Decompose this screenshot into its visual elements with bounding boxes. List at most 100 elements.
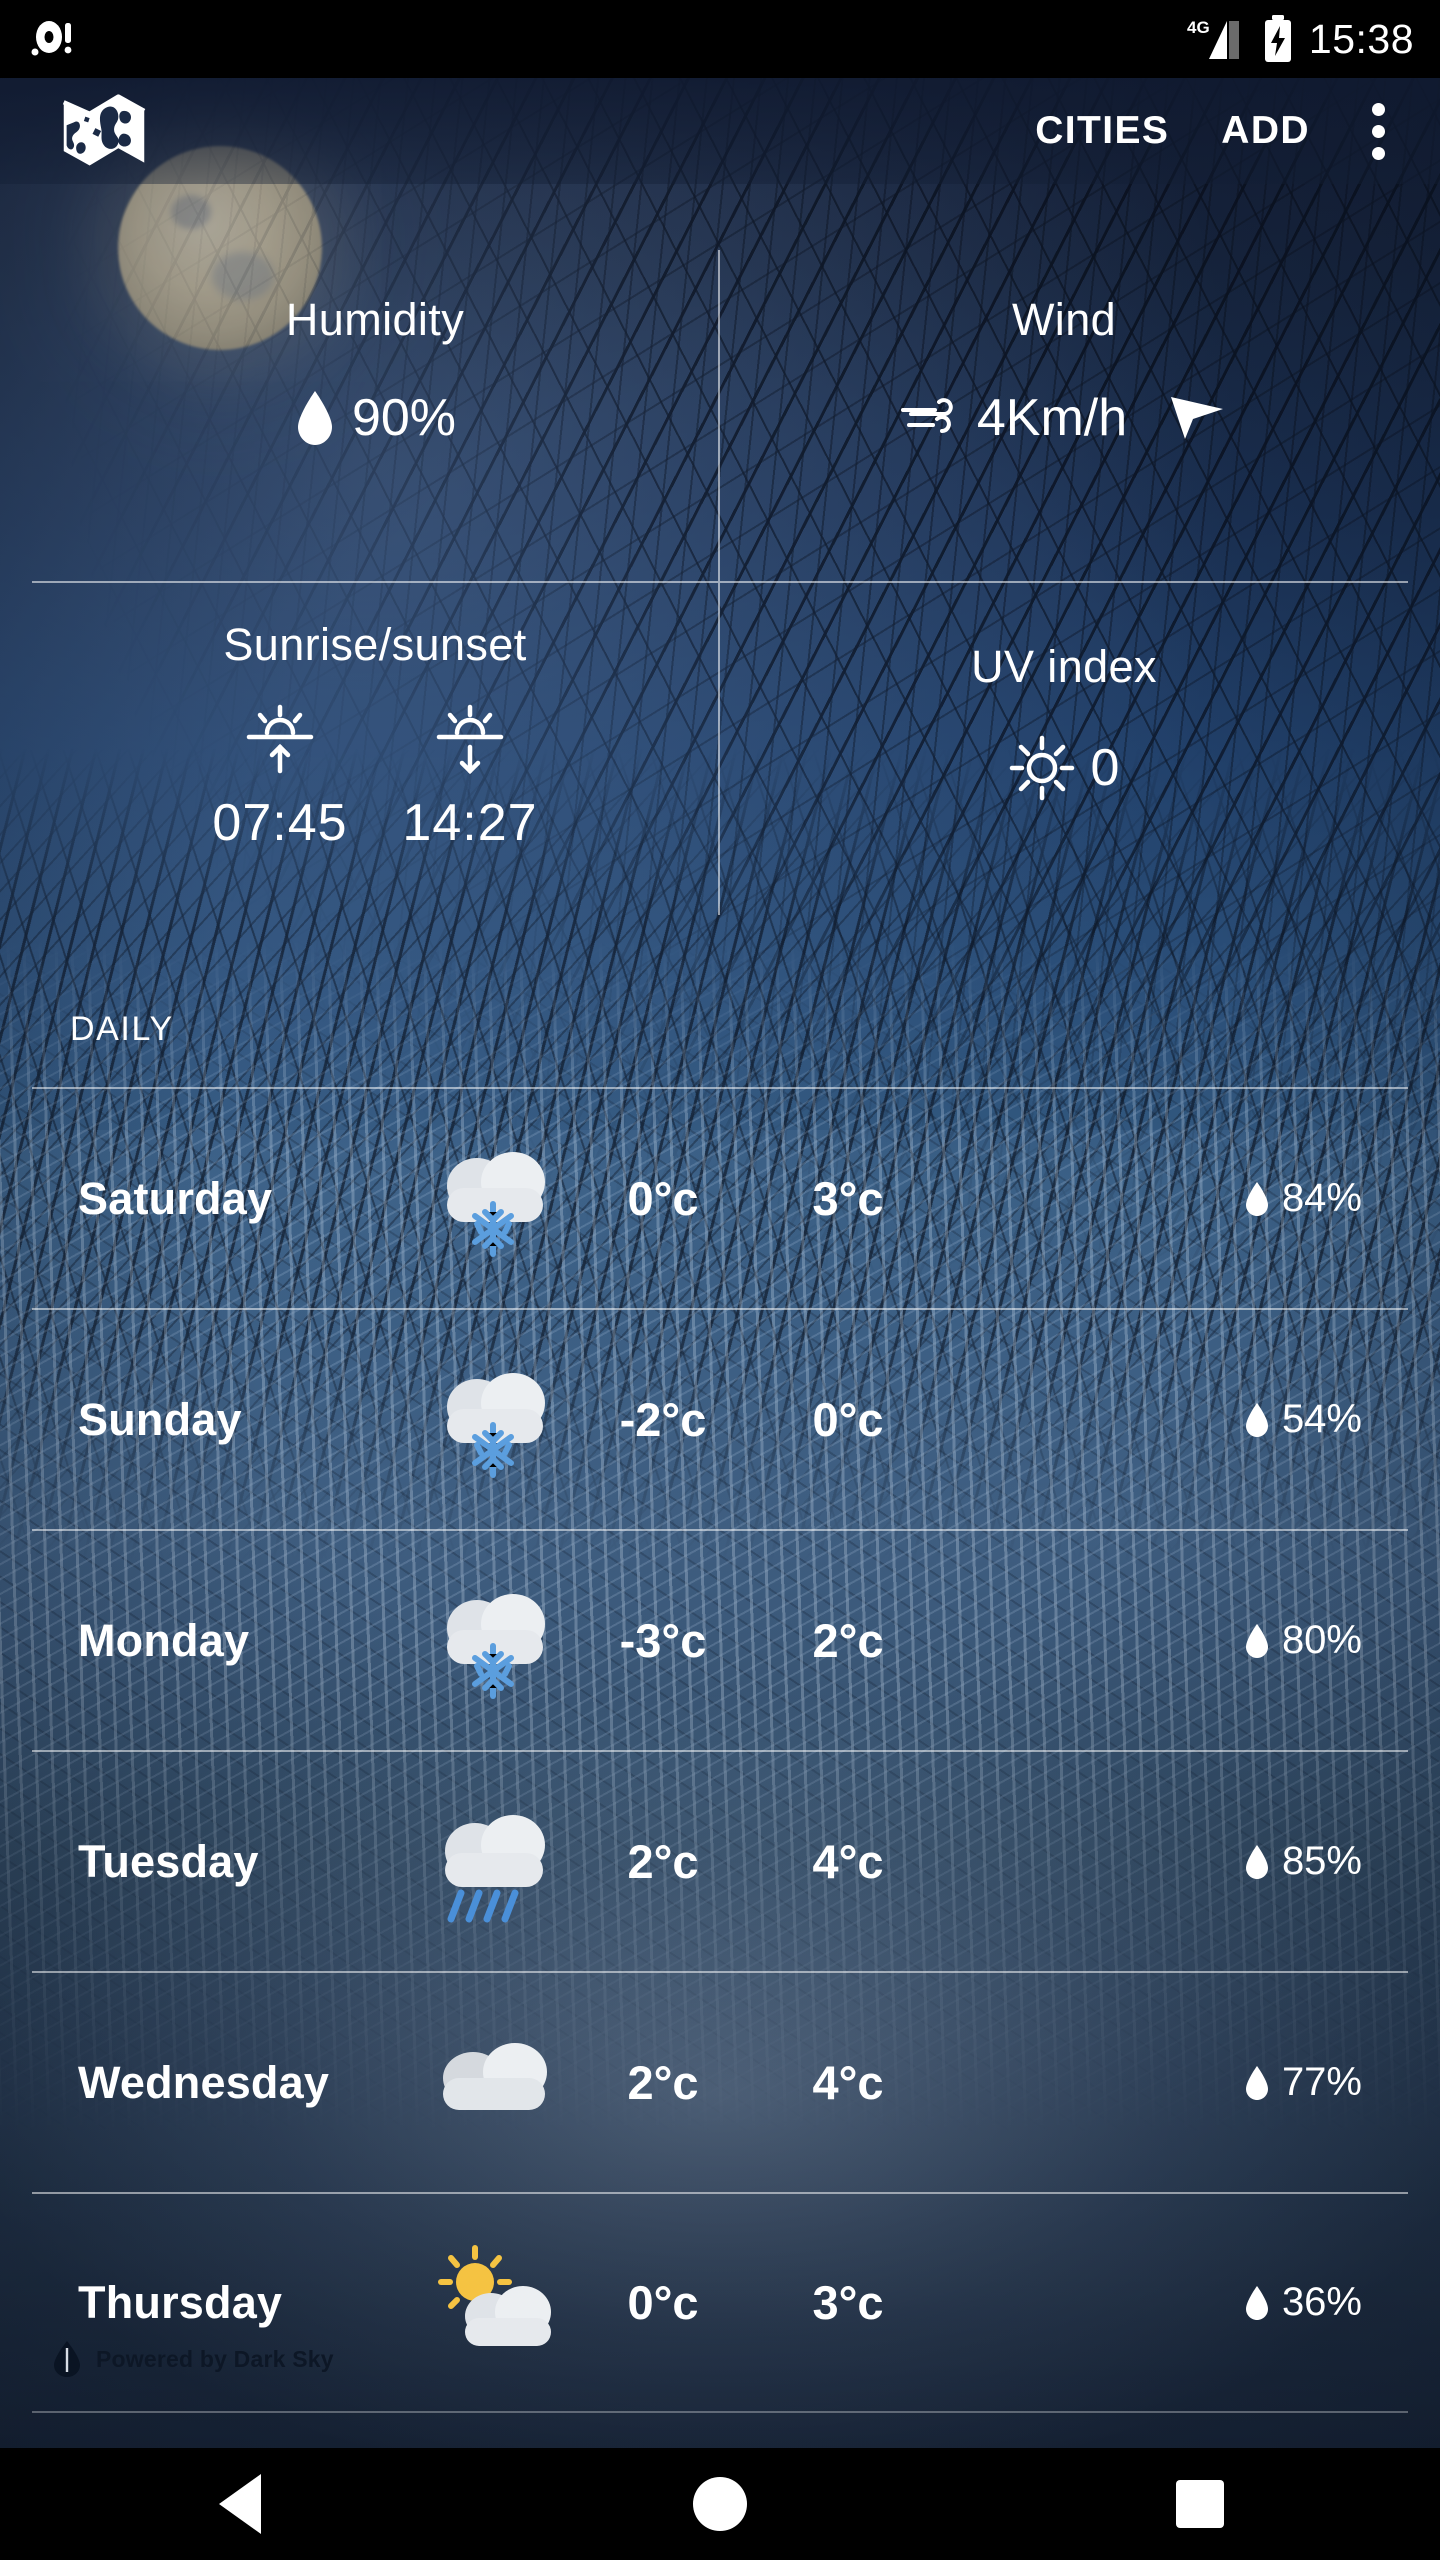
day-precipitation: 77%	[938, 2060, 1398, 2105]
daily-forecast-row[interactable]: Wednesday 2°c 4°c 77%	[32, 1971, 1408, 2192]
sun-icon	[1009, 735, 1074, 800]
day-name: Wednesday	[78, 2056, 330, 2108]
day-high-temp: 4°c	[812, 2056, 884, 2109]
home-circle-icon	[693, 2477, 747, 2531]
day-condition-icon	[418, 1580, 568, 1702]
day-low-temp: 2°c	[627, 1835, 699, 1888]
snow-cloud-icon	[447, 1151, 545, 1257]
rain-cloud-icon	[445, 1814, 545, 1922]
app-bar: CITIES ADD	[0, 78, 1440, 184]
sunrise-sunset-title: Sunrise/sunset	[223, 618, 527, 670]
back-button[interactable]	[150, 2448, 330, 2560]
daily-forecast-row[interactable]: Tuesday 2°c 4°c 85%	[32, 1750, 1408, 1971]
sunrise-block: 07:45	[185, 699, 375, 853]
water-drop-icon	[1245, 2065, 1268, 2100]
daily-forecast-section: DAILY Saturday 0°c 3°c 84% Sunday -2°c 0°c 54% M…	[32, 940, 1408, 2413]
day-low-temp: 0°c	[627, 1172, 699, 1225]
snow-cloud-icon	[447, 1593, 545, 1699]
footer-attribution: Powered by Dark Sky	[0, 2330, 1440, 2388]
wind-value-row: 4Km/h	[899, 388, 1229, 448]
sunset-time: 14:27	[402, 793, 538, 852]
wind-icon	[900, 398, 953, 433]
precipitation-value: 36%	[1281, 2280, 1362, 2324]
sunrise-sunset-value-row: 07:45 14:27	[185, 699, 565, 853]
snow-cloud-icon	[447, 1372, 545, 1478]
overflow-dot	[1371, 146, 1385, 160]
recents-button[interactable]	[1110, 2448, 1290, 2560]
overflow-menu-icon[interactable]	[1346, 92, 1410, 170]
day-precipitation: 54%	[938, 1397, 1398, 1442]
day-low-temp: 2°c	[627, 2056, 699, 2109]
humidity-title: Humidity	[285, 294, 465, 345]
recents-square-icon	[1176, 2480, 1224, 2528]
water-drop-icon	[1245, 1402, 1268, 1437]
status-bar-right: 4G 15:38	[1185, 14, 1414, 64]
weather-detail-grid: Humidity 90% Wind 4Km/h Sunrise/sunset 0…	[32, 250, 1408, 915]
water-drop-icon	[1245, 1844, 1268, 1879]
status-bar-left	[30, 19, 76, 59]
daily-forecast-list: Saturday 0°c 3°c 84% Sunday -2°c 0°c 54% Monday -…	[32, 1087, 1408, 2413]
wind-title: Wind	[1011, 294, 1117, 345]
daily-section-label: DAILY	[70, 1010, 174, 1048]
sunset-block: 14:27	[375, 699, 565, 853]
precipitation-value: 84%	[1281, 1176, 1362, 1220]
signal-bars-icon: 4G	[1187, 18, 1239, 59]
day-name: Thursday	[78, 2276, 283, 2328]
footer-text: Powered by Dark Sky	[96, 2345, 334, 2372]
overflow-dot	[1371, 124, 1385, 138]
daily-forecast-row[interactable]: Saturday 0°c 3°c 84%	[32, 1087, 1408, 1308]
cloudy-icon	[443, 2042, 547, 2110]
day-condition-icon	[418, 1359, 568, 1481]
humidity-value-row: 90%	[294, 388, 456, 448]
record-notification-icon	[31, 21, 72, 56]
wind-direction-arrow-icon	[1171, 397, 1224, 439]
daily-forecast-row[interactable]: Monday -3°c 2°c 80%	[32, 1529, 1408, 1750]
add-button[interactable]: ADD	[1195, 95, 1336, 167]
sunrise-time: 07:45	[212, 793, 348, 852]
day-high-temp: 2°c	[812, 1614, 884, 1667]
day-condition-icon	[418, 1801, 568, 1923]
status-bar-clock: 15:38	[1308, 15, 1414, 62]
wind-value: 4Km/h	[976, 389, 1128, 447]
precipitation-value: 77%	[1281, 2060, 1362, 2104]
overflow-dot	[1371, 102, 1385, 116]
sunrise-icon	[246, 704, 314, 773]
precipitation-value: 80%	[1281, 1618, 1362, 1662]
water-drop-icon	[297, 391, 332, 445]
app-bar-actions: CITIES ADD	[1009, 92, 1410, 170]
uv-index-title: UV index	[971, 640, 1157, 692]
humidity-card[interactable]: Humidity 90%	[32, 250, 720, 583]
day-precipitation: 36%	[938, 2280, 1398, 2325]
svg-text:4G: 4G	[1187, 18, 1210, 37]
precipitation-value: 54%	[1281, 1397, 1362, 1441]
day-condition-icon	[418, 1138, 568, 1260]
humidity-value: 90%	[351, 389, 457, 447]
uv-index-value-row: 0	[1009, 735, 1120, 801]
day-low-temp: -2°c	[619, 1393, 707, 1446]
day-precipitation: 84%	[938, 1176, 1398, 1221]
day-low-temp: 0°c	[627, 2276, 699, 2329]
day-name: Saturday	[78, 1172, 273, 1224]
day-precipitation: 80%	[938, 1618, 1398, 1663]
sunrise-sunset-card[interactable]: Sunrise/sunset 07:45 14:27	[32, 582, 720, 915]
water-drop-icon	[1245, 1623, 1268, 1658]
day-high-temp: 3°c	[812, 1172, 884, 1225]
uv-index-card[interactable]: UV index 0	[720, 583, 1408, 916]
wind-card[interactable]: Wind 4Km/h	[720, 250, 1408, 583]
folded-map-icon[interactable]	[58, 85, 150, 177]
day-low-temp: -3°c	[619, 1614, 707, 1667]
day-name: Monday	[78, 1614, 250, 1666]
battery-charging-icon	[1264, 15, 1291, 62]
precipitation-value: 85%	[1281, 1839, 1362, 1883]
daily-forecast-row[interactable]: Sunday -2°c 0°c 54%	[32, 1308, 1408, 1529]
cities-button[interactable]: CITIES	[1009, 95, 1195, 167]
day-name: Sunday	[78, 1393, 242, 1445]
home-button[interactable]	[630, 2448, 810, 2560]
uv-index-value: 0	[1090, 738, 1120, 797]
day-high-temp: 0°c	[812, 1393, 884, 1446]
dark-sky-drop-icon	[54, 2341, 80, 2377]
day-name: Tuesday	[78, 1835, 259, 1887]
water-drop-icon	[1245, 1181, 1268, 1216]
day-high-temp: 3°c	[812, 2276, 884, 2329]
android-navigation-bar	[0, 2448, 1440, 2560]
